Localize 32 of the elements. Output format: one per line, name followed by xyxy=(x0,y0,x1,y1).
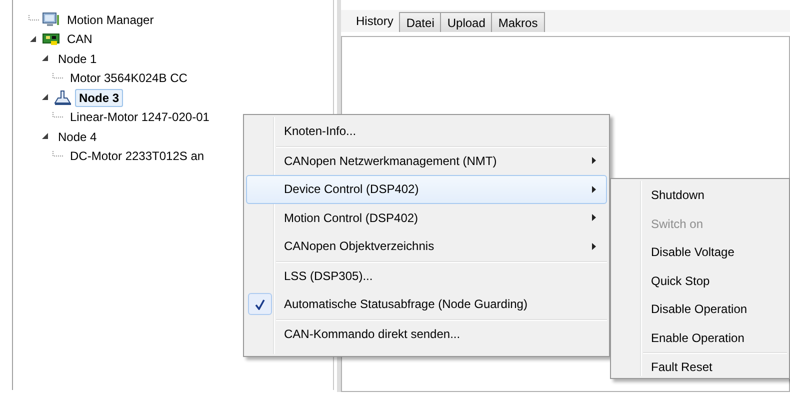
menu-item[interactable]: Device Control (DSP402) xyxy=(246,175,607,204)
tree-item[interactable]: CAN xyxy=(63,30,96,48)
tree-item[interactable]: Node 1 xyxy=(54,50,101,68)
expanded-arrow-icon[interactable] xyxy=(42,55,48,62)
expanded-arrow-icon[interactable] xyxy=(42,133,48,140)
computer-icon xyxy=(42,12,60,28)
tree-item[interactable]: Motor 3564K024B CC xyxy=(66,69,192,88)
menu-item[interactable]: Fault Reset xyxy=(613,353,787,382)
menu-item[interactable]: Automatische Statusabfrage (Node Guarding) xyxy=(246,290,607,318)
expanded-arrow-icon[interactable] xyxy=(30,36,36,43)
tree-item[interactable]: Node 3 xyxy=(75,88,124,107)
tree-item[interactable]: Linear-Motor 1247-020-01 xyxy=(66,108,214,126)
menu-item[interactable]: Knoten-Info... xyxy=(246,117,607,146)
tree-item[interactable]: DC-Motor 2233T012S an xyxy=(66,147,208,166)
menu-item[interactable]: Quick Stop xyxy=(613,266,787,295)
expanded-arrow-icon[interactable] xyxy=(42,94,48,102)
tree-item[interactable]: Motion Manager xyxy=(63,10,158,29)
tab[interactable]: Upload xyxy=(440,12,492,32)
menu-item[interactable]: Motion Control (DSP402) xyxy=(246,204,607,232)
node-icon xyxy=(54,90,72,106)
menu-item[interactable]: Disable Voltage xyxy=(613,238,787,266)
menu-item[interactable]: LSS (DSP305)... xyxy=(246,262,607,290)
menu-item[interactable]: Shutdown xyxy=(613,181,787,210)
menu-item[interactable]: Enable Operation xyxy=(613,324,787,352)
tree-item[interactable]: Node 4 xyxy=(54,128,101,146)
tab[interactable]: Datei xyxy=(399,12,442,32)
tab[interactable]: Makros xyxy=(491,12,545,32)
menu-item[interactable]: CANopen Netzwerkmanagement (NMT) xyxy=(246,146,607,175)
menu-item[interactable]: Disable Operation xyxy=(613,295,787,324)
menu-item[interactable]: CAN-Kommando direkt senden... xyxy=(246,320,607,348)
circuit-board-icon xyxy=(42,32,60,46)
menu-item[interactable]: CANopen Objektverzeichnis xyxy=(246,232,607,260)
